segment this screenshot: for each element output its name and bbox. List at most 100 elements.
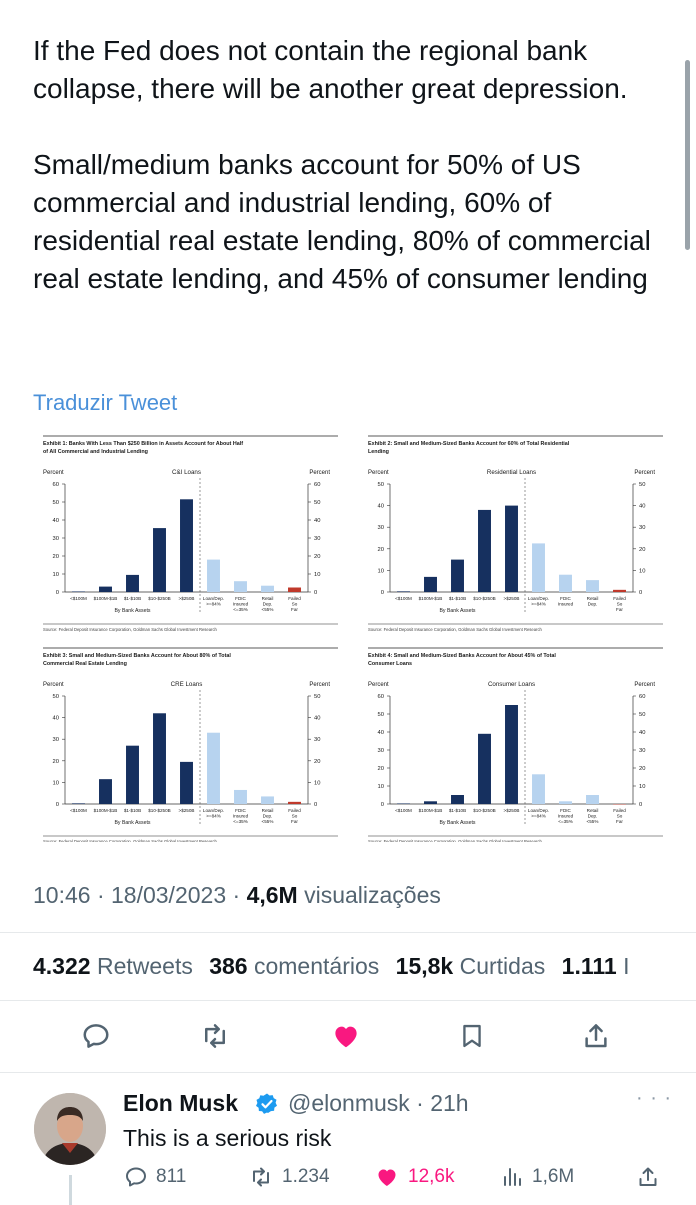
x-tick-label: Retail [262,596,274,601]
y-axis-label-left: Percent [368,470,389,476]
x-tick-label: Far [616,607,623,612]
bookmark-button[interactable] [454,1018,490,1054]
x-tick-label: Insured [233,814,249,819]
reply-reply-button[interactable]: 811 [124,1165,186,1189]
y-tick-label-left: 0 [381,802,384,808]
y-tick-label-left: 50 [53,500,59,506]
quotes-count[interactable]: 1.111 [562,953,617,979]
scrollbar[interactable] [685,60,690,250]
y-tick-label-left: 20 [53,554,59,560]
reply-like-button[interactable]: 12,6k [374,1165,454,1189]
retweet-button[interactable] [197,1018,233,1054]
x-tick-label: Retail [587,808,599,813]
x-tick-label: FDIC [235,596,246,601]
quotes-label[interactable]: I [623,953,629,979]
retweets-label[interactable]: Retweets [97,953,193,979]
y-tick-label-right: 40 [639,730,645,736]
chart-title: Commercial Real Estate Lending [43,661,127,667]
likes-label[interactable]: Curtidas [460,953,546,979]
like-button[interactable] [328,1018,364,1054]
share-button[interactable] [578,1018,614,1054]
x-tick-label: Loan/Dep. [528,808,549,813]
x-tick-label: Far [291,607,298,612]
reply-author-name[interactable]: Elon Musk [123,1090,238,1117]
translate-tweet-link[interactable]: Traduzir Tweet [33,390,177,416]
reply-retweets-count: 1.234 [282,1166,330,1188]
x-tick-label: <$100M [70,596,87,601]
reply-retweet-button[interactable]: 1.234 [248,1165,330,1189]
x-tick-label: So [292,602,298,607]
y-axis-label-right: Percent [634,682,655,688]
divider [0,1072,696,1073]
y-tick-label-right: 60 [639,694,645,700]
y-tick-label-right: 10 [314,572,320,578]
y-tick-label-left: 60 [378,694,384,700]
y-tick-label-left: 50 [378,712,384,718]
reply-share-button[interactable] [636,1165,660,1189]
comments-label[interactable]: comentários [254,953,379,979]
likes-count[interactable]: 15,8k [396,953,454,979]
x-tick-label: Insured [558,602,574,607]
y-tick-label-left: 10 [378,784,384,790]
reply-tweet[interactable]: Elon Musk @elonmusk · 21h · · · This is … [0,1075,696,1200]
bar [180,499,193,592]
x-tick-label: >=84% [206,814,221,819]
x-tick-label: $100M-$1B [94,808,118,813]
reply-likes-count: 12,6k [408,1166,454,1188]
share-icon [636,1165,660,1189]
x-tick-label: $1-$10B [124,596,141,601]
y-tick-label-right: 10 [639,784,645,790]
chart-panel-2: Exhibit 2: Small and Medium-Sized Banks … [368,436,663,632]
chart-title: Exhibit 3: Small and Medium-Sized Banks … [43,653,231,659]
y-tick-label-right: 0 [314,802,317,808]
chart-title: Exhibit 2: Small and Medium-Sized Banks … [368,441,570,447]
retweets-count[interactable]: 4.322 [33,953,91,979]
y-tick-label-right: 10 [314,780,320,786]
more-options-icon[interactable]: · · · [636,1087,672,1110]
y-tick-label-left: 0 [381,590,384,596]
bar [234,790,247,804]
reply-author-handle[interactable]: @elonmusk · 21h [288,1090,469,1117]
bar [451,795,464,804]
y-axis-label-left: Percent [43,682,64,688]
x-tick-label: >=84% [531,602,546,607]
reply-views-count: 1,6M [532,1166,574,1188]
x-tick-label: Far [616,819,623,824]
divider [0,932,696,933]
y-axis-label-right: Percent [634,470,655,476]
y-tick-label-left: 10 [53,780,59,786]
y-tick-label-left: 0 [56,590,59,596]
x-tick-label: $100M-$1B [419,808,443,813]
bar [288,588,301,593]
tweet-image-charts[interactable]: Exhibit 1: Banks With Less Than $250 Bil… [33,432,663,842]
y-tick-label-right: 50 [639,712,645,718]
x-tick-label: Retail [262,808,274,813]
bar [99,587,112,592]
y-tick-label-left: 30 [378,748,384,754]
bar [153,528,166,592]
x-tick-label: Failed [613,808,626,813]
y-tick-label-left: 20 [53,759,59,765]
comments-count[interactable]: 386 [209,953,247,979]
y-tick-label-right: 40 [639,504,645,510]
reply-icon [124,1165,148,1189]
x-tick-label: So [617,602,623,607]
reply-views-button[interactable]: 1,6M [500,1165,574,1189]
x-tick-label: <=35% [233,607,248,612]
y-tick-label-right: 0 [639,802,642,808]
x-tick-label: Dep. [263,814,273,819]
y-tick-label-left: 30 [53,536,59,542]
reply-button[interactable] [78,1018,114,1054]
x-tick-label: Insured [558,814,574,819]
bar [207,733,220,804]
reply-replies-count: 811 [156,1166,186,1188]
bar [180,762,193,804]
y-tick-label-left: 50 [378,482,384,488]
chart-title: Consumer Loans [368,661,412,667]
tweet-time: 10:46 · 18/03/2023 · [33,882,247,908]
y-tick-label-left: 30 [378,525,384,531]
panel-label: Residential Loans [487,469,536,476]
x-tick-label: >=84% [531,814,546,819]
avatar[interactable] [34,1093,106,1165]
bar [586,580,599,592]
